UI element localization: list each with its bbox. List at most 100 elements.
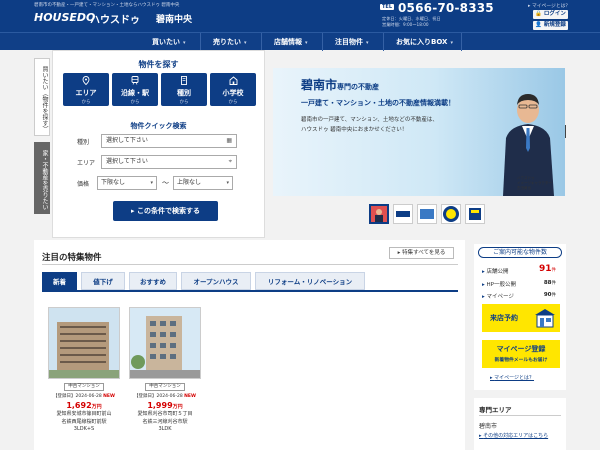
chevron-down-icon: ▾ bbox=[226, 180, 229, 186]
see-all-features-button[interactable]: ▸ 特集すべてを見る bbox=[389, 247, 454, 259]
mypage-about-link[interactable]: ▸ マイページとは？ bbox=[528, 2, 570, 9]
price-range-tilde: ～ bbox=[162, 179, 169, 187]
service-area-divider bbox=[479, 415, 561, 416]
search-by-school-button[interactable]: 小学校 から bbox=[210, 73, 256, 106]
property-price: 1,692万円 bbox=[66, 401, 102, 410]
chevron-down-icon: ▾ bbox=[450, 40, 453, 46]
search-by-line-button[interactable]: 沿線・駅 から bbox=[112, 73, 158, 106]
thumb-banner-image bbox=[394, 205, 412, 223]
thumb-badge-image bbox=[443, 206, 459, 222]
property-card[interactable]: 中古マンション 【登録日】2024-06-28 NEW 1,999万円 愛知県刈… bbox=[129, 307, 201, 434]
shop-icon bbox=[535, 309, 555, 328]
quick-search-title: 物件クイック検索 bbox=[130, 122, 187, 130]
chevron-down-icon: ▾ bbox=[366, 40, 369, 46]
search-by-area-button[interactable]: エリア から bbox=[63, 73, 109, 106]
tel-number[interactable]: 0566-70-8335 bbox=[398, 1, 494, 15]
chevron-down-icon: ▾ bbox=[183, 40, 186, 46]
property-date: 【登録日】2024-06-28 NEW bbox=[53, 394, 115, 399]
side-tab-sell[interactable]: 家・不動産を売りたい bbox=[34, 142, 50, 214]
service-area-box: 専門エリア 碧南市 ▸ その他の対応エリアはこちら bbox=[474, 398, 566, 450]
nav-featured[interactable]: 注目物件 ▾ bbox=[322, 33, 369, 51]
map-pin-icon: ⌖ bbox=[228, 158, 232, 165]
logo-kana[interactable]: ハウスドゥ bbox=[90, 11, 140, 26]
thumb-banner-image bbox=[418, 205, 436, 223]
site-tagline: 碧南市の不動産・一戸建て・マンション・土地ならハウスドゥ 碧南中央 bbox=[34, 3, 180, 8]
service-area-item[interactable]: 碧南市 bbox=[479, 421, 497, 430]
search-title: 物件を探す bbox=[138, 60, 179, 69]
area-label: エリア bbox=[77, 160, 96, 167]
school-icon bbox=[210, 76, 256, 87]
price-max-select[interactable]: 上限なし ▾ bbox=[173, 176, 233, 190]
nav-favorites[interactable]: お気に入りBOX ▾ bbox=[383, 33, 462, 51]
featured-title: 注目の特集物件 bbox=[42, 253, 102, 263]
side-tab-buy[interactable]: 買いたい（物件を探す） bbox=[34, 58, 50, 136]
slider-thumb[interactable] bbox=[417, 204, 437, 224]
search-panel: 物件を探す エリア から 沿線・駅 から 種別 から 小学校 から 物件クイック… bbox=[52, 50, 265, 238]
shop-hours: 定休日：火曜日、水曜日、祝日 営業時間：9:00～18:00 bbox=[382, 16, 441, 28]
property-type-badge: 中古マンション bbox=[64, 383, 104, 391]
site-header: 碧南市の不動産・一戸建て・マンション・土地ならハウスドゥ 碧南中央 HOUSED… bbox=[0, 0, 600, 32]
mypage-register-button[interactable]: マイページ登録 新着物件メールもお届け bbox=[482, 340, 560, 368]
property-price: 1,999万円 bbox=[147, 401, 183, 410]
price-min-select[interactable]: 下限なし ▾ bbox=[97, 176, 157, 190]
thumb-banner-image bbox=[466, 205, 484, 223]
login-button[interactable]: 🔒 ログイン bbox=[533, 10, 568, 19]
property-card[interactable]: 中古マンション 【登録日】2024-06-28 NEW 1,692万円 愛知県安… bbox=[48, 307, 120, 434]
slider-thumb[interactable] bbox=[465, 204, 485, 224]
mypage-about-link[interactable]: ▸ マイページとは？ bbox=[490, 374, 534, 381]
hero-banner[interactable]: 碧南市専門の不動産 一戸建て・マンション・土地の不動産情報満載！ 碧南市の一戸建… bbox=[273, 68, 565, 196]
type-select[interactable]: 選択して下さい ▦ bbox=[101, 134, 237, 148]
tab-price-down[interactable]: 値下げ bbox=[81, 272, 125, 290]
count-row-hp: ▸ HP一般公開 88件 bbox=[482, 280, 556, 288]
property-address: 愛知県刈谷市司町５丁目 名鉄三河線刈谷市駅 3LDK bbox=[137, 411, 193, 432]
featured-tabs: 新着 値下げ おすすめ オープンハウス リフォーム・リノベーション bbox=[42, 272, 458, 292]
property-type-badge: 中古マンション bbox=[145, 383, 185, 391]
banner-credit: ハウスドゥ イメージキャラクター 古田敦也 bbox=[517, 176, 552, 190]
tel-badge: TEL bbox=[380, 4, 395, 10]
property-date: 【登録日】2024-06-28 NEW bbox=[134, 394, 196, 399]
chevron-down-icon: ▾ bbox=[305, 40, 308, 46]
property-address: 愛知県安城市篠目町前山 名鉄西尾線桜町前駅 3LDK+S bbox=[56, 411, 112, 432]
banner-subtitle: 一戸建て・マンション・土地の不動産情報満載！ bbox=[301, 99, 455, 107]
featured-divider bbox=[42, 264, 458, 265]
tab-new[interactable]: 新着 bbox=[42, 272, 77, 290]
slider-thumb[interactable] bbox=[441, 204, 461, 224]
global-nav: 買いたい ▾ 売りたい ▾ 店舗情報 ▾ 注目物件 ▾ お気に入りBOX ▾ bbox=[0, 32, 600, 51]
housedo-logo[interactable]: HOUSEDO bbox=[34, 11, 95, 24]
user-plus-icon: 👤 bbox=[535, 22, 542, 28]
chevron-down-icon: ▾ bbox=[244, 40, 247, 46]
visit-reservation-button[interactable]: 来店予約 bbox=[482, 304, 560, 332]
map-pin-icon bbox=[63, 76, 109, 87]
building-icon bbox=[161, 76, 207, 87]
banner-title: 碧南市専門の不動産 bbox=[301, 78, 380, 92]
nav-sell[interactable]: 売りたい ▾ bbox=[200, 33, 247, 51]
count-row-store: ▸ 店舗公開 91件 bbox=[482, 264, 556, 275]
slider-thumb[interactable] bbox=[369, 204, 389, 224]
property-photo[interactable] bbox=[48, 307, 120, 379]
available-count-title: ご案内可能な物件数 bbox=[478, 247, 562, 258]
search-by-type-button[interactable]: 種別 から bbox=[161, 73, 207, 106]
property-photo[interactable] bbox=[129, 307, 201, 379]
type-label: 種別 bbox=[77, 139, 90, 146]
tab-recommended[interactable]: おすすめ bbox=[129, 272, 177, 290]
register-button[interactable]: 👤 新規登録 bbox=[533, 21, 568, 30]
slider-thumb[interactable] bbox=[393, 204, 413, 224]
nav-buy[interactable]: 買いたい ▾ bbox=[140, 33, 186, 51]
nav-shop-info[interactable]: 店舗情報 ▾ bbox=[261, 33, 308, 51]
tab-reform[interactable]: リフォーム・リノベーション bbox=[255, 272, 365, 290]
banner-text: 碧南市の一戸建て、マンション、土地などの不動産は、 ハウスドゥ 碧南中央におまか… bbox=[301, 117, 438, 133]
other-areas-link[interactable]: ▸ その他の対応エリアはこちら bbox=[479, 432, 548, 439]
count-row-mypage: ▸ マイページ 90件 bbox=[482, 292, 556, 300]
train-icon bbox=[112, 76, 158, 87]
service-area-title: 専門エリア bbox=[479, 406, 512, 414]
area-select[interactable]: 選択して下さい ⌖ bbox=[101, 155, 237, 169]
hours-text: 営業時間：9:00～18:00 bbox=[382, 22, 429, 27]
building-icon: ▦ bbox=[226, 137, 232, 144]
price-label: 価格 bbox=[77, 181, 90, 188]
chevron-down-icon: ▾ bbox=[150, 180, 153, 186]
thumb-person-image bbox=[371, 206, 387, 222]
shop-name[interactable]: 碧南中央 bbox=[156, 12, 192, 25]
tab-open-house[interactable]: オープンハウス bbox=[181, 272, 251, 290]
search-submit-button[interactable]: ▸ この条件で検索する bbox=[113, 201, 218, 221]
available-count-box: ご案内可能な物件数 ▸ 店舗公開 91件 ▸ HP一般公開 88件 ▸ マイペー… bbox=[474, 244, 566, 390]
